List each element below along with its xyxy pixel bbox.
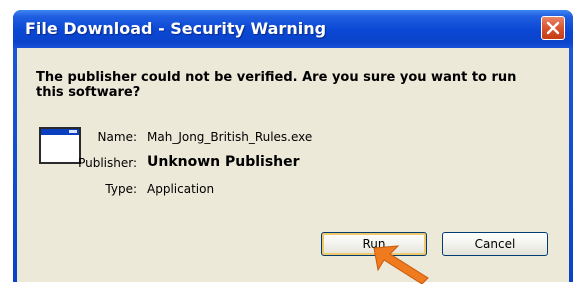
dialog-body: The publisher could not be verified. Are… [17, 48, 569, 284]
orange-arrow-pointer [373, 245, 429, 284]
cancel-button[interactable]: Cancel [442, 232, 548, 256]
type-label: Type: [105, 182, 137, 196]
close-button[interactable] [541, 16, 565, 40]
close-icon [546, 21, 560, 35]
type-value: Application [147, 182, 215, 196]
window-title: File Download - Security Warning [25, 19, 327, 38]
name-label: Name: [97, 130, 137, 144]
publisher-label: Publisher: [78, 156, 137, 170]
security-warning-dialog: File Download - Security Warning The pub… [13, 10, 573, 284]
name-value: Mah_Jong_British_Rules.exe [147, 130, 313, 144]
title-bar[interactable]: File Download - Security Warning [13, 10, 573, 48]
publisher-value: Unknown Publisher [147, 154, 300, 170]
warning-message: The publisher could not be verified. Are… [36, 70, 517, 100]
